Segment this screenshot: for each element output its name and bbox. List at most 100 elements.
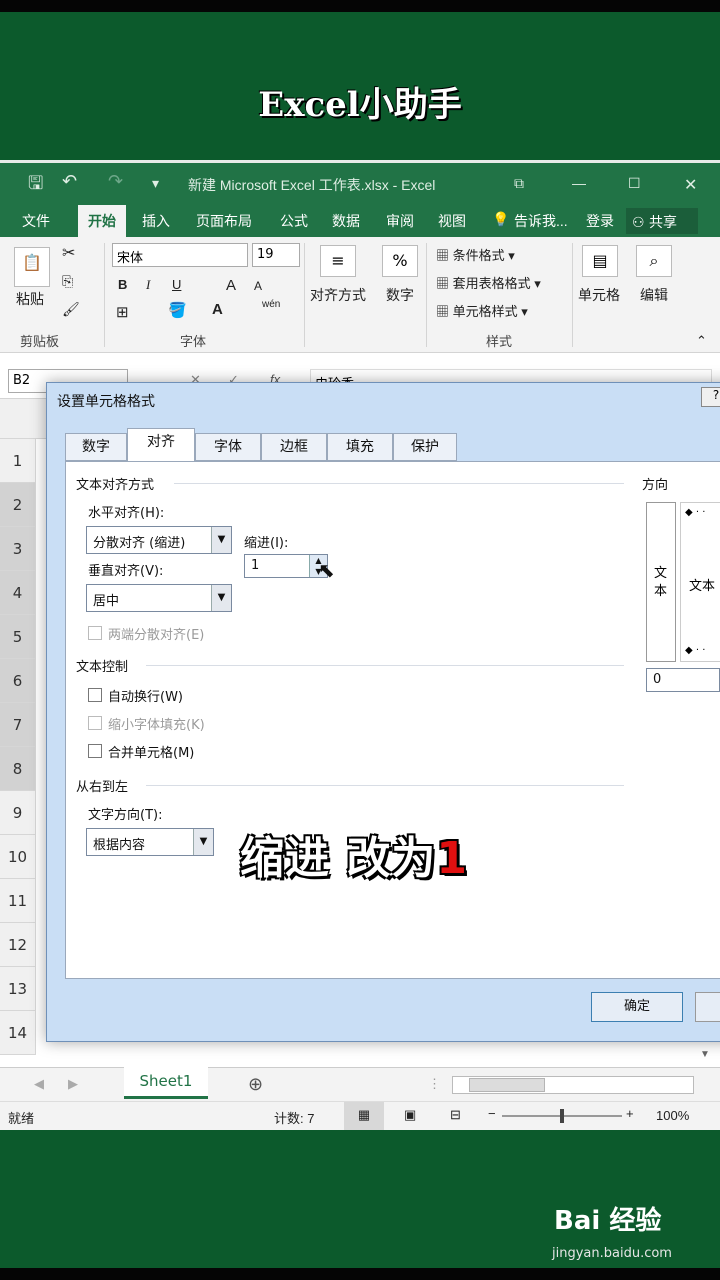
tab-font[interactable]: 字体 bbox=[195, 433, 261, 461]
row-header[interactable]: 8 bbox=[0, 747, 36, 791]
fill-color-icon[interactable]: 🪣 bbox=[168, 301, 187, 319]
add-sheet-icon[interactable]: ⊕ bbox=[248, 1074, 263, 1095]
normal-view-icon[interactable]: ▦ bbox=[344, 1102, 384, 1130]
page-layout-view-icon[interactable]: ▣ bbox=[404, 1107, 416, 1123]
row-header[interactable]: 12 bbox=[0, 923, 36, 967]
splitter-icon[interactable]: ⋮ bbox=[428, 1076, 441, 1092]
tab-formulas[interactable]: 公式 bbox=[280, 211, 308, 231]
search-icon[interactable]: ⌕ bbox=[636, 245, 672, 277]
copy-icon[interactable]: ⎘ bbox=[62, 273, 73, 290]
tab-fill[interactable]: 填充 bbox=[327, 433, 393, 461]
cancel-button[interactable] bbox=[695, 992, 720, 1022]
tell-me-search[interactable]: 告诉我... bbox=[514, 211, 568, 231]
next-sheet-icon[interactable]: ▶ bbox=[68, 1076, 78, 1092]
number-button[interactable]: 数字 bbox=[386, 285, 414, 305]
row-header[interactable]: 9 bbox=[0, 791, 36, 835]
degrees-spinner[interactable]: 0 bbox=[646, 668, 720, 692]
alignment-icon[interactable]: ≡ bbox=[320, 245, 356, 277]
undo-icon[interactable]: ↶ bbox=[62, 171, 77, 192]
styles-group-label: 样式 bbox=[486, 335, 513, 350]
tab-border[interactable]: 边框 bbox=[261, 433, 327, 461]
merge-cells-checkbox[interactable] bbox=[88, 744, 102, 758]
horizontal-scrollbar[interactable] bbox=[452, 1076, 694, 1094]
row-header[interactable]: 6 bbox=[0, 659, 36, 703]
shrink-to-fit-checkbox[interactable] bbox=[88, 716, 102, 730]
cells-button[interactable]: 单元格 bbox=[578, 285, 620, 305]
cell-styles-button[interactable]: ▦ 单元格样式 ▾ bbox=[436, 301, 528, 320]
tab-data[interactable]: 数据 bbox=[332, 211, 360, 231]
sign-in-link[interactable]: 登录 bbox=[586, 211, 614, 231]
status-count: 计数: 7 bbox=[274, 1111, 315, 1126]
format-as-table-button[interactable]: ▦ 套用表格格式 ▾ bbox=[436, 273, 541, 292]
zoom-level[interactable]: 100% bbox=[656, 1108, 689, 1123]
collapse-ribbon-icon[interactable]: ⌃ bbox=[696, 333, 707, 349]
ok-button[interactable]: 确定 bbox=[591, 992, 683, 1022]
tab-protection[interactable]: 保护 bbox=[393, 433, 457, 461]
row-header[interactable]: 2 bbox=[0, 483, 36, 527]
shrink-font-button[interactable]: A bbox=[254, 279, 262, 293]
lightbulb-icon: 💡 bbox=[492, 211, 510, 227]
font-color-icon[interactable]: A bbox=[212, 301, 223, 318]
maximize-icon[interactable]: ☐ bbox=[628, 175, 641, 192]
row-header[interactable]: 14 bbox=[0, 1011, 36, 1055]
zoom-slider[interactable] bbox=[502, 1109, 622, 1123]
number-format-icon[interactable]: % bbox=[382, 245, 418, 277]
bold-button[interactable]: B bbox=[118, 277, 127, 292]
tab-home[interactable]: 开始 bbox=[78, 205, 126, 237]
tab-review[interactable]: 审阅 bbox=[386, 211, 414, 231]
prev-sheet-icon[interactable]: ◀ bbox=[34, 1076, 44, 1092]
redo-icon[interactable]: ↷ bbox=[108, 171, 123, 192]
zoom-in-icon[interactable]: + bbox=[626, 1106, 634, 1121]
cut-icon[interactable]: ✂ bbox=[62, 243, 75, 263]
vertical-text-button[interactable]: 文本 bbox=[646, 502, 676, 662]
paste-icon[interactable]: 📋 bbox=[14, 247, 50, 287]
horizontal-alignment-select[interactable]: 分散对齐 (缩进) ▼ bbox=[86, 526, 232, 554]
help-icon[interactable]: ? bbox=[701, 387, 720, 407]
share-button[interactable]: ⚇ 共享 bbox=[626, 208, 698, 234]
grow-font-button[interactable]: A bbox=[226, 277, 236, 294]
cells-icon[interactable]: ▤ bbox=[582, 245, 618, 277]
wrap-text-checkbox[interactable] bbox=[88, 688, 102, 702]
italic-button[interactable]: I bbox=[146, 277, 150, 293]
customize-qat-icon[interactable]: ▾ bbox=[152, 175, 159, 192]
row-header[interactable]: 5 bbox=[0, 615, 36, 659]
format-painter-icon[interactable]: 🖌 bbox=[62, 301, 80, 318]
tab-number[interactable]: 数字 bbox=[65, 433, 127, 461]
phonetic-guide-icon[interactable]: wén bbox=[262, 299, 280, 310]
row-header[interactable]: 7 bbox=[0, 703, 36, 747]
tab-page-layout[interactable]: 页面布局 bbox=[196, 211, 252, 231]
sheet-tab-sheet1[interactable]: Sheet1 bbox=[124, 1067, 208, 1099]
borders-icon[interactable]: ⊞ bbox=[116, 303, 129, 321]
row-header[interactable]: 13 bbox=[0, 967, 36, 1011]
font-name-select[interactable]: 宋体 bbox=[112, 243, 248, 267]
underline-button[interactable]: U bbox=[172, 277, 181, 292]
row-header[interactable]: 1 bbox=[0, 439, 36, 483]
zoom-out-icon[interactable]: − bbox=[488, 1106, 496, 1121]
row-header[interactable]: 11 bbox=[0, 879, 36, 923]
editing-button[interactable]: 编辑 bbox=[640, 285, 668, 305]
row-header[interactable]: 10 bbox=[0, 835, 36, 879]
vertical-text-label: 文本 bbox=[654, 566, 668, 599]
tab-file[interactable]: 文件 bbox=[22, 211, 50, 231]
zoom-slider-thumb[interactable] bbox=[560, 1109, 564, 1123]
indent-spinner[interactable]: 1 ▲ ▼ bbox=[244, 554, 328, 578]
close-icon[interactable]: ✕ bbox=[684, 175, 697, 195]
justify-distributed-checkbox[interactable] bbox=[88, 626, 102, 640]
save-icon[interactable]: 🖫 bbox=[28, 171, 43, 201]
alignment-button[interactable]: 对齐方式 bbox=[310, 285, 366, 305]
page-break-view-icon[interactable]: ⊟ bbox=[450, 1107, 461, 1123]
tab-insert[interactable]: 插入 bbox=[142, 211, 170, 231]
tab-alignment[interactable]: 对齐 bbox=[127, 428, 195, 462]
tab-view[interactable]: 视图 bbox=[438, 211, 466, 231]
conditional-format-button[interactable]: ▦ 条件格式 ▾ bbox=[436, 245, 515, 264]
font-size-select[interactable]: 19 bbox=[252, 243, 300, 267]
orientation-dial[interactable]: ◆ · · 文本 ◆ · · bbox=[680, 502, 720, 662]
scrollbar-thumb[interactable] bbox=[469, 1078, 545, 1092]
ribbon-display-icon[interactable]: ⧉ bbox=[514, 175, 524, 192]
row-header[interactable]: 3 bbox=[0, 527, 36, 571]
scroll-down-icon[interactable]: ▼ bbox=[700, 1049, 710, 1060]
row-header[interactable]: 4 bbox=[0, 571, 36, 615]
minimize-icon[interactable]: — bbox=[572, 175, 586, 191]
vertical-alignment-select[interactable]: 居中 ▼ bbox=[86, 584, 232, 612]
text-direction-select[interactable]: 根据内容 ▼ bbox=[86, 828, 214, 856]
